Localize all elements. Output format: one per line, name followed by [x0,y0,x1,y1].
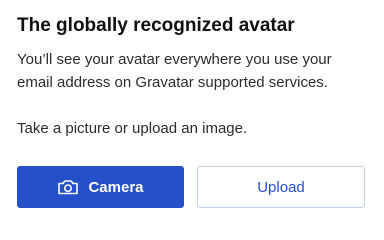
action-buttons: Camera Upload [17,166,365,208]
panel-description: You’ll see your avatar everywhere you us… [17,48,367,140]
description-line-1: You’ll see your avatar everywhere you us… [17,51,332,68]
description-line-3: Take a picture or upload an image. [17,120,248,137]
description-line-2: email address on Gravatar supported serv… [17,74,328,91]
upload-button-label: Upload [257,178,305,196]
avatar-info-panel: The globally recognized avatar You’ll se… [17,0,367,224]
upload-button[interactable]: Upload [197,166,365,208]
camera-icon [57,178,79,196]
camera-button-label: Camera [88,178,144,196]
panel-title: The globally recognized avatar [17,15,295,36]
camera-button[interactable]: Camera [17,166,184,208]
